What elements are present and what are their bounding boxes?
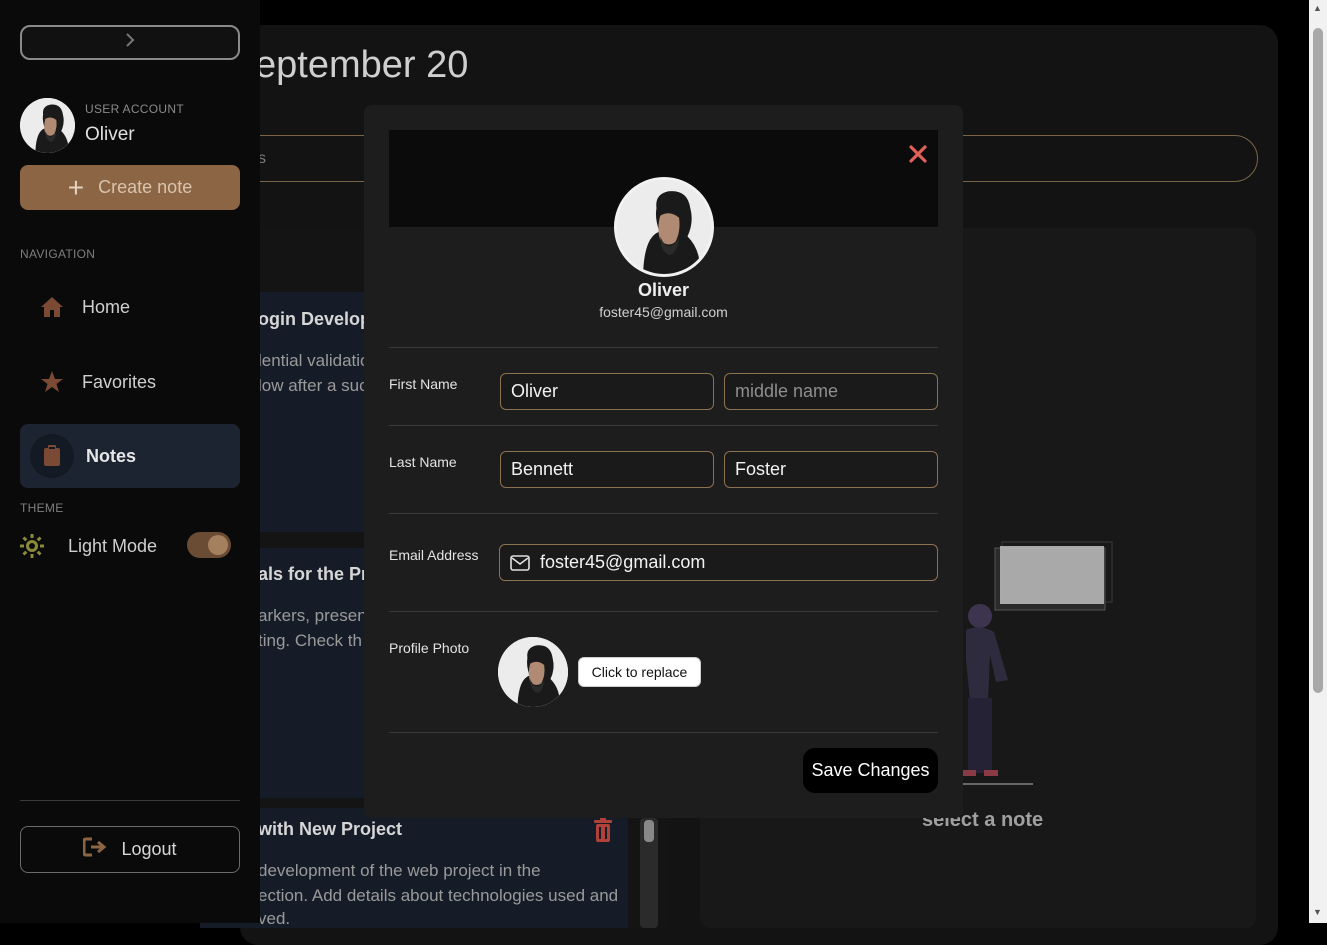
edit-profile-modal: Oliver foster45@gmail.com First Name Oli… (364, 105, 963, 818)
email-field[interactable]: foster45@gmail.com (499, 544, 938, 581)
notes-scrollbar[interactable] (640, 818, 658, 928)
last-name-field[interactable]: Bennett (500, 451, 714, 488)
theme-label: THEME (20, 501, 64, 515)
email-value: foster45@gmail.com (540, 552, 706, 572)
scroll-thumb[interactable] (1313, 28, 1323, 693)
nav-item-label: Notes (86, 445, 137, 466)
divider (389, 347, 938, 348)
profile-avatar (614, 177, 714, 277)
note-body-line: development of the web project in the (258, 861, 541, 880)
light-mode-toggle[interactable] (187, 532, 231, 558)
nav-item-label: Home (82, 296, 131, 317)
logout-icon (82, 837, 107, 862)
scroll-up-icon[interactable]: ▲ (1313, 4, 1322, 13)
divider (389, 611, 938, 612)
theme-row: Light Mode (20, 530, 240, 562)
note-title: als for the Pre (258, 564, 379, 584)
profile-photo-avatar (498, 637, 568, 707)
nav-item-favorites[interactable]: Favorites (20, 350, 240, 414)
email-label: Email Address (389, 547, 479, 563)
divider (389, 732, 938, 733)
home-icon (40, 295, 64, 319)
note-body-line: ting. Check th (258, 631, 362, 650)
collapse-sidebar-button[interactable] (20, 25, 240, 60)
trash-icon[interactable] (592, 817, 614, 843)
nav-item-notes[interactable]: Notes (20, 424, 240, 488)
scroll-thumb[interactable] (644, 820, 654, 842)
note-body-line: ved. (258, 909, 291, 928)
profile-photo-label: Profile Photo (389, 640, 470, 656)
page-scrollbar[interactable]: ▲ ▼ (1309, 0, 1327, 923)
note-title: ogin Developr (258, 309, 379, 329)
logout-label: Logout (121, 839, 177, 859)
scroll-down-icon[interactable]: ▼ (1313, 908, 1322, 917)
note-body-line: ection. Add details about technologies u… (258, 886, 619, 905)
navigation-label: NAVIGATION (20, 247, 96, 261)
nav-item-label: Favorites (82, 371, 157, 392)
note-body-line: arkers, present (258, 606, 372, 625)
sun-icon (20, 534, 44, 558)
star-icon (40, 370, 64, 394)
middle-name-field[interactable]: middle name (724, 373, 938, 410)
account-label: USER ACCOUNT (85, 102, 184, 116)
profile-email: foster45@gmail.com (599, 304, 728, 320)
first-name-label: First Name (389, 376, 458, 392)
nav-item-home[interactable]: Home (20, 275, 240, 339)
divider (389, 513, 938, 514)
toggle-knob (208, 535, 228, 555)
create-note-label: Create note (98, 177, 193, 197)
plus-icon: + (67, 171, 85, 203)
divider (389, 425, 938, 426)
first-name-field[interactable]: Oliver (500, 373, 714, 410)
chevron-right-icon (124, 31, 136, 54)
last-name-second-field[interactable]: Foster (724, 451, 938, 488)
profile-name: Oliver (637, 280, 690, 300)
close-icon[interactable] (905, 141, 931, 167)
page-title: eptember 20 (255, 44, 469, 86)
divider (20, 800, 240, 801)
sidebar: USER ACCOUNT Oliver + Create note NAVIGA… (0, 0, 260, 923)
note-body-line: low after a suc (258, 376, 368, 395)
save-changes-button[interactable]: Save Changes (803, 748, 938, 793)
avatar[interactable] (20, 98, 75, 153)
last-name-label: Last Name (389, 454, 457, 470)
clipboard-icon (30, 434, 74, 478)
logout-button[interactable]: Logout (20, 826, 240, 873)
account-name: Oliver (85, 124, 135, 145)
create-note-button[interactable]: + Create note (20, 165, 240, 210)
note-body-line: lential validatio (258, 351, 370, 370)
light-mode-label: Light Mode (68, 535, 158, 556)
mail-icon (510, 554, 530, 571)
note-title: with New Project (258, 819, 403, 839)
replace-photo-button[interactable]: Click to replace (578, 657, 701, 687)
